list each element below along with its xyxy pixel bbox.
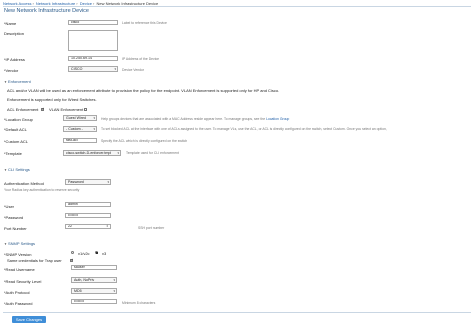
chevron-down-icon: ▾: [113, 278, 115, 282]
custom-acl-label: *Custom ACL: [4, 139, 29, 144]
acl-enforcement-label: ACL Enforcement: [7, 107, 39, 112]
cli-section-label: CLI Settings: [8, 167, 30, 172]
vendor-select-value: CISCO: [71, 67, 83, 71]
ip-address-hint: IP Address of the Device: [122, 57, 160, 61]
port-number-value: 22: [68, 224, 72, 228]
template-select[interactable]: cisco-switch-D-enforcer.tmpl ▾: [63, 150, 121, 156]
user-input[interactable]: admin: [65, 202, 111, 207]
header-divider: [3, 6, 471, 7]
enforcement-description-2: Enforcement is supported only for Wired …: [7, 97, 97, 102]
ip-address-input[interactable]: 10.250.69.14: [68, 56, 118, 61]
password-input[interactable]: ••••••••: [65, 213, 111, 218]
name-input[interactable]: cisco: [68, 20, 118, 25]
snmp-v1v2c-radio[interactable]: [71, 251, 74, 254]
read-username-input[interactable]: sauser: [71, 265, 117, 270]
vendor-select[interactable]: CISCO ▾: [68, 66, 118, 72]
chevron-down-icon: ▾: [117, 151, 119, 155]
auth-protocol-select[interactable]: MD5 ▾: [71, 288, 117, 294]
vendor-label: *Vendor: [4, 68, 19, 73]
auth-method-description: Your Radius key authentication to reserv…: [4, 188, 80, 192]
chevron-down-icon: ▾: [107, 180, 109, 184]
auth-method-value: Password: [68, 180, 84, 184]
custom-acl-input[interactable]: fast-acl: [63, 138, 97, 143]
port-number-label: Port Number: [4, 226, 27, 231]
read-security-level-value: Auth, NoPriv: [74, 278, 95, 282]
description-textarea[interactable]: [68, 30, 118, 51]
location-group-hint: Help groups devices that are associated …: [101, 117, 289, 121]
vlan-enforcement-checkbox[interactable]: [84, 107, 87, 111]
chevron-down-icon: ▾: [114, 67, 116, 71]
location-group-hint-text: Help groups devices that are associated …: [101, 117, 266, 121]
snmp-v1v2c-label: v1/v2c: [78, 251, 90, 256]
snmp-version-label: *SNMP Version: [4, 252, 32, 257]
same-credentials-checkbox[interactable]: [70, 258, 73, 262]
auth-password-hint: Minimum 8 characters: [122, 301, 156, 305]
enforcement-description: ACL and/or VLAN will be used as an enfor…: [7, 88, 280, 93]
default-acl-label: *Default ACL: [4, 127, 27, 132]
snmp-v3-label: v3: [102, 251, 107, 256]
chevron-down-icon: ▾: [93, 127, 95, 131]
cli-section-header[interactable]: ▼CLI Settings: [4, 167, 30, 172]
template-hint: Template used for CLI enforcement: [126, 151, 179, 155]
user-label: *User: [4, 204, 15, 209]
auth-method-label: Authentication Method: [4, 181, 44, 186]
location-group-value: Guest Wired: [66, 116, 86, 120]
vendor-hint: Device Vendor: [122, 68, 145, 72]
save-changes-button[interactable]: Save Changes: [12, 316, 46, 323]
name-label: *Name: [4, 21, 17, 26]
read-security-level-label: *Read Security Level: [4, 279, 42, 284]
default-acl-hint: To set blocked ACL at the interface with…: [101, 127, 387, 131]
page-title: New Network Infrastructure Device: [4, 8, 89, 14]
ip-address-label: *IP Address: [4, 57, 25, 62]
acl-enforcement-checkbox[interactable]: [41, 107, 44, 111]
template-label: *Template: [4, 151, 22, 156]
template-value: cisco-switch-D-enforcer.tmpl: [66, 151, 112, 155]
location-group-select[interactable]: Guest Wired ▾: [63, 115, 97, 121]
chevron-down-icon: ▾: [93, 116, 95, 120]
snmp-section-label: SNMP Settings: [8, 241, 36, 246]
auth-method-select[interactable]: Password ▾: [65, 179, 111, 185]
enforcement-section-header[interactable]: ▼Enforcement: [4, 79, 31, 84]
auth-password-input[interactable]: ••••••••: [71, 299, 117, 304]
auth-protocol-value: MD5: [74, 289, 82, 293]
snmp-v3-radio[interactable]: [95, 251, 98, 254]
read-security-level-select[interactable]: Auth, NoPriv ▾: [71, 277, 117, 283]
location-group-label: *Location Group: [4, 117, 33, 122]
default-acl-select[interactable]: - Custom - ▾: [63, 126, 97, 132]
location-group-link[interactable]: Location Group: [266, 117, 289, 121]
spinner-icon[interactable]: ⇕: [106, 224, 109, 228]
footer-divider: [3, 312, 471, 313]
custom-acl-hint: Specify the ACL which is directly config…: [101, 139, 188, 143]
description-label: Description: [4, 31, 25, 36]
password-label: *Password: [4, 215, 24, 220]
vlan-enforcement-label: VLAN Enforcement: [49, 107, 84, 112]
same-credentials-label: Same credentials for Trap user: [7, 258, 62, 263]
auth-password-label: *Auth Password: [4, 301, 33, 306]
default-acl-value: - Custom -: [66, 127, 83, 131]
enforcement-section-label: Enforcement: [8, 79, 31, 84]
chevron-down-icon: ▾: [113, 289, 115, 293]
port-number-input[interactable]: 22: [65, 224, 111, 229]
snmp-section-header[interactable]: ▼SNMP Settings: [4, 241, 35, 246]
read-username-label: *Read Username: [4, 267, 35, 272]
name-hint: Label to reference this Device: [122, 21, 167, 25]
port-number-hint: SSH port number: [138, 226, 165, 230]
auth-protocol-label: *Auth Protocol: [4, 290, 30, 295]
